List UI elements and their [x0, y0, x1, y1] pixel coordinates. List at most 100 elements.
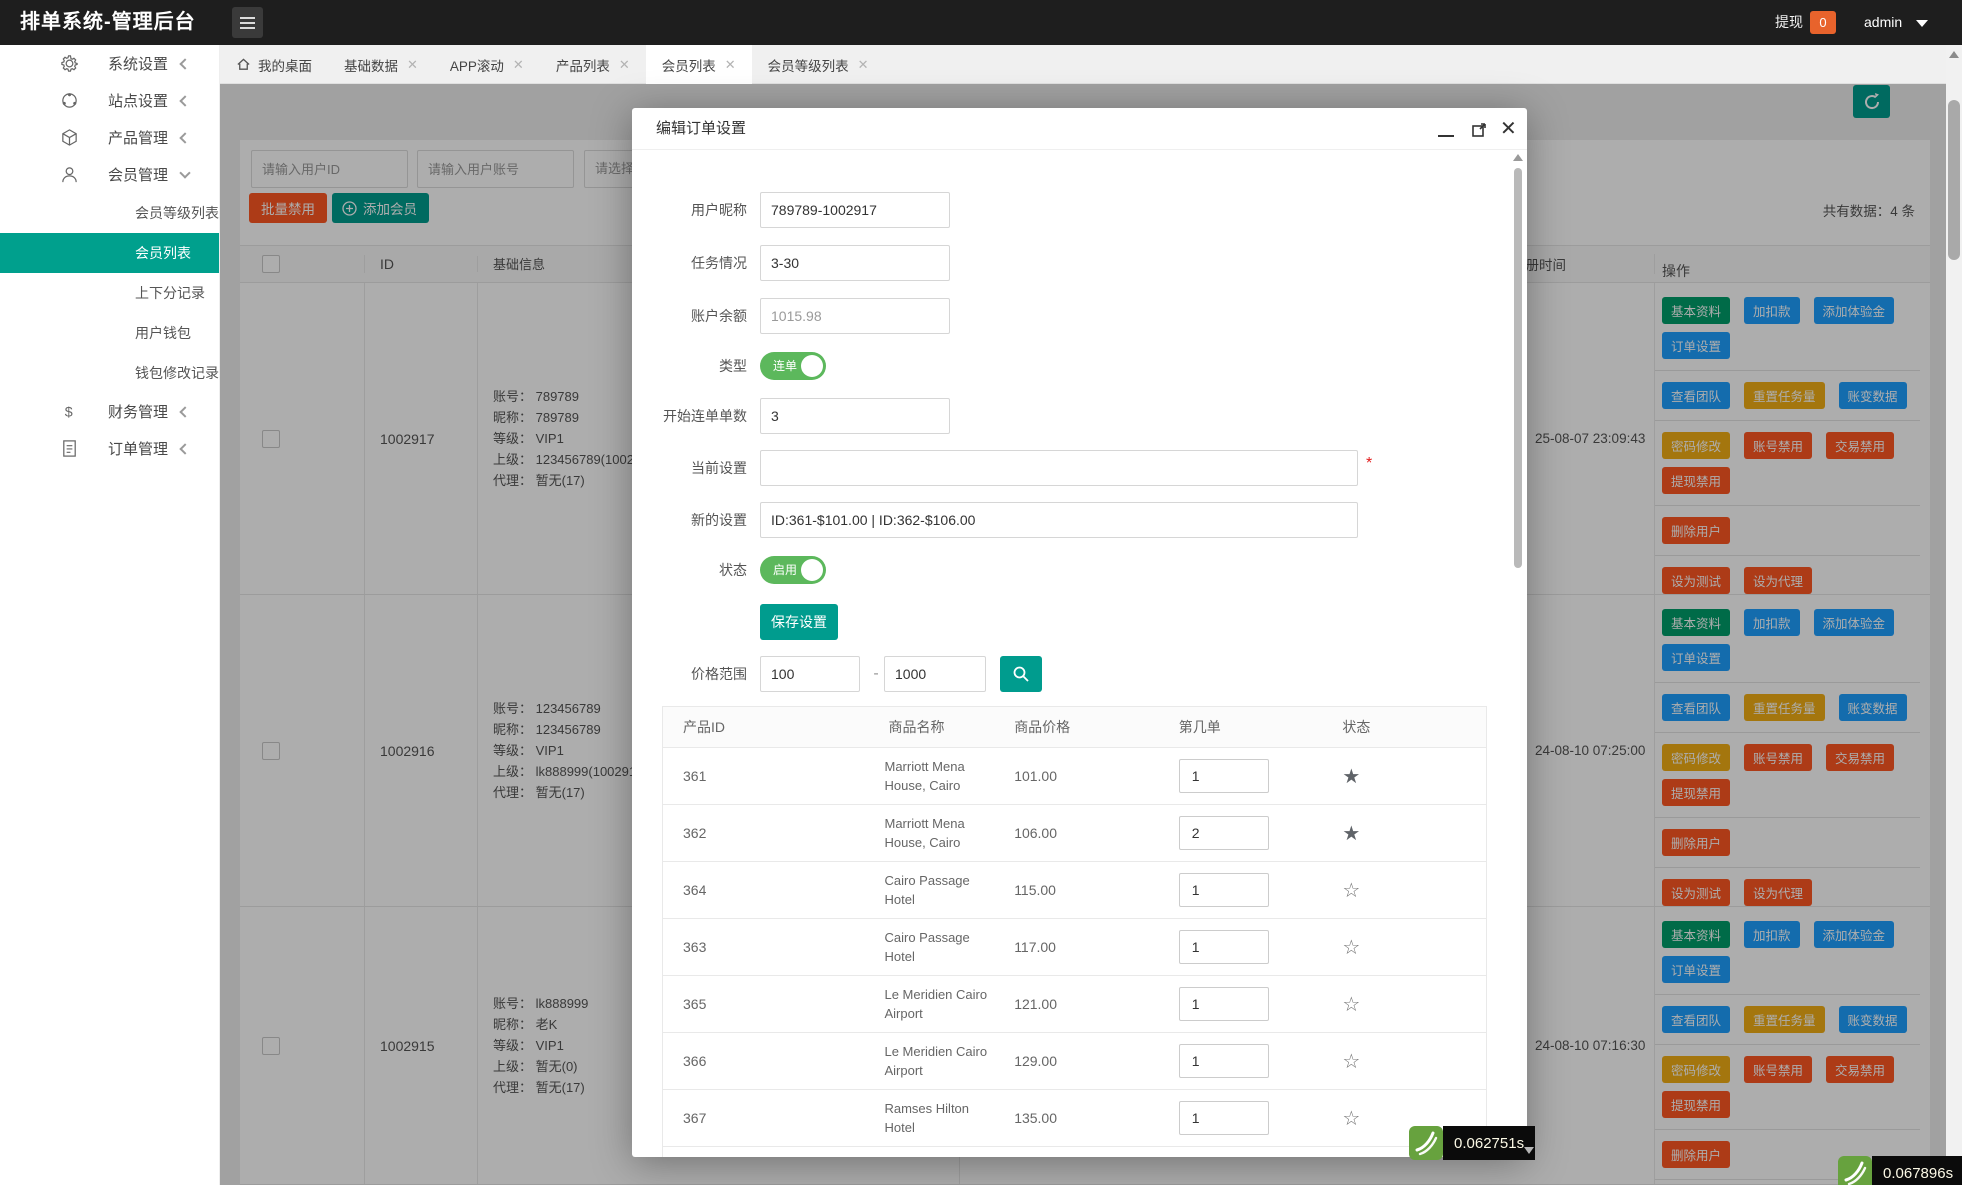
product-table-header: 产品ID 商品名称 商品价格 第几单 状态	[663, 707, 1486, 747]
product-header-商品价格: 商品价格	[1014, 719, 1071, 735]
sidebar-item-站点设置[interactable]: 站点设置	[0, 82, 219, 119]
product-name: Cairo Passage Hotel	[884, 930, 970, 964]
close-icon[interactable]: ✕	[619, 57, 630, 73]
current-setting-label: 当前设置	[691, 460, 747, 476]
tab-label: 我的桌面	[258, 58, 312, 74]
task-input[interactable]	[760, 245, 950, 281]
product-id: 362	[683, 825, 707, 841]
star-outline-icon[interactable]: ☆	[1342, 1108, 1360, 1130]
minimize-icon[interactable]	[1438, 135, 1454, 137]
product-header-第几单: 第几单	[1178, 719, 1221, 735]
status-cell: ★	[1322, 821, 1486, 846]
order-number-input[interactable]	[1178, 1101, 1269, 1135]
close-icon[interactable]: ✕	[725, 57, 736, 73]
sidebar-item-label: 站点设置	[108, 93, 169, 110]
tab-bar: 我的桌面 基础数据 ✕ APP滚动 ✕ 产品列表 ✕ 会员列表 ✕ 会员等级列表 ✕	[220, 45, 1962, 84]
nickname-input[interactable]	[760, 192, 950, 228]
tab-基础数据[interactable]: 基础数据 ✕	[328, 45, 434, 84]
price-min-input[interactable]	[760, 656, 860, 692]
sidebar-item-财务管理[interactable]: $ 财务管理	[0, 393, 219, 430]
close-icon[interactable]: ✕	[1500, 116, 1517, 141]
withdraw-link[interactable]: 提现	[1775, 0, 1803, 45]
page-exec-time-badge: 0.067896s	[1838, 1156, 1962, 1185]
chevron-down-icon	[1916, 20, 1928, 27]
sidebar-item-系统设置[interactable]: 系统设置	[0, 45, 219, 82]
order-number-input[interactable]	[1178, 987, 1269, 1021]
sidebar-subitem-上下分记录[interactable]: 上下分记录	[0, 273, 219, 313]
sidebar-item-产品管理[interactable]: 产品管理	[0, 119, 219, 156]
scroll-up-arrow-icon[interactable]	[1949, 51, 1959, 58]
order-number-input[interactable]	[1178, 873, 1269, 907]
tab-label: 产品列表	[555, 58, 610, 74]
type-toggle[interactable]: 连单	[760, 352, 826, 380]
sidebar-subitem-用户钱包[interactable]: 用户钱包	[0, 313, 219, 353]
close-icon[interactable]: ✕	[513, 57, 524, 73]
tab-我的桌面[interactable]: 我的桌面	[220, 45, 328, 84]
product-name: Le Meridien Cairo Airport	[884, 987, 988, 1021]
sidebar-subitem-钱包修改记录[interactable]: 钱包修改记录	[0, 353, 219, 393]
hamburger-menu-icon[interactable]	[232, 7, 263, 38]
star-outline-icon[interactable]: ☆	[1342, 994, 1360, 1016]
chevron-left-icon	[179, 57, 191, 70]
sidebar-item-label: 会员管理	[108, 167, 169, 184]
sidebar-subitem-会员等级列表[interactable]: 会员等级列表	[0, 193, 219, 233]
sidebar-subitem-会员列表[interactable]: 会员列表	[0, 233, 219, 273]
product-name: Marriott Mena House, Cairo	[884, 816, 965, 850]
balance-input[interactable]	[760, 298, 950, 334]
product-row: 366 Le Meridien Cairo Airport 129.00 ☆	[663, 1032, 1486, 1089]
star-outline-icon[interactable]: ☆	[1342, 880, 1360, 902]
sidebar-item-label: 订单管理	[108, 441, 169, 458]
status-toggle-label: 启用	[773, 563, 798, 577]
status-cell: ★	[1322, 764, 1486, 789]
status-toggle[interactable]: 启用	[760, 556, 826, 584]
order-number-cell	[1159, 1101, 1323, 1135]
product-row: 363 Cairo Passage Hotel 117.00 ☆	[663, 918, 1486, 975]
page-scrollbar[interactable]	[1946, 45, 1962, 1185]
maximize-icon[interactable]	[1472, 123, 1486, 137]
tab-会员列表[interactable]: 会员列表 ✕	[645, 45, 752, 84]
edit-order-settings-modal: 编辑订单设置 ✕ 用户昵称 任务情况 账户余额 类型 连单 开始连单单数 当前设…	[632, 108, 1527, 1157]
modal-scrollbar-thumb[interactable]	[1514, 168, 1522, 568]
modal-corner-arrow-icon[interactable]	[1524, 1147, 1534, 1154]
balance-label: 账户余额	[691, 308, 747, 324]
product-name: Savoy Le Grand Hotel Marrakech	[868, 1147, 994, 1157]
price-max-input[interactable]	[884, 656, 986, 692]
order-number-input[interactable]	[1178, 759, 1269, 793]
tab-产品列表[interactable]: 产品列表 ✕	[540, 45, 646, 84]
tab-APP滚动[interactable]: APP滚动 ✕	[434, 45, 540, 84]
close-icon[interactable]: ✕	[407, 57, 418, 73]
scrollbar-thumb[interactable]	[1948, 100, 1960, 260]
modal-title: 编辑订单设置	[656, 120, 747, 137]
product-id: 366	[683, 1053, 707, 1069]
new-setting-input[interactable]	[760, 502, 1358, 538]
save-settings-button[interactable]: 保存设置	[760, 604, 838, 640]
close-icon[interactable]: ✕	[858, 57, 869, 73]
star-filled-icon[interactable]: ★	[1342, 823, 1360, 845]
toggle-knob	[801, 559, 823, 581]
sidebar-item-会员管理[interactable]: 会员管理	[0, 156, 219, 193]
tab-会员等级列表[interactable]: 会员等级列表 ✕	[752, 45, 885, 84]
order-number-cell	[1159, 987, 1323, 1021]
product-price: 121.00	[1014, 996, 1058, 1012]
svg-text:$: $	[65, 404, 73, 420]
product-header-产品ID: 产品ID	[683, 719, 725, 735]
star-outline-icon[interactable]: ☆	[1342, 937, 1360, 959]
sidebar-item-订单管理[interactable]: 订单管理	[0, 430, 219, 467]
order-number-input[interactable]	[1178, 1044, 1269, 1078]
withdraw-count-badge[interactable]: 0	[1810, 11, 1836, 34]
star-outline-icon[interactable]: ☆	[1342, 1051, 1360, 1073]
star-filled-icon[interactable]: ★	[1342, 766, 1360, 788]
search-icon	[1013, 666, 1029, 682]
start-count-input[interactable]	[760, 398, 950, 434]
product-header-状态: 状态	[1342, 719, 1371, 735]
current-setting-input[interactable]	[760, 450, 1358, 486]
order-number-input[interactable]	[1178, 816, 1269, 850]
product-name: Ramses Hilton Hotel	[884, 1101, 970, 1135]
home-icon	[236, 57, 251, 72]
modal-scrollbar[interactable]	[1514, 160, 1522, 1145]
order-number-input[interactable]	[1178, 930, 1269, 964]
chevron-left-icon	[179, 405, 191, 418]
price-search-button[interactable]	[1000, 656, 1042, 692]
price-range-label: 价格范围	[691, 666, 747, 682]
user-menu[interactable]: admin	[1864, 0, 1902, 45]
